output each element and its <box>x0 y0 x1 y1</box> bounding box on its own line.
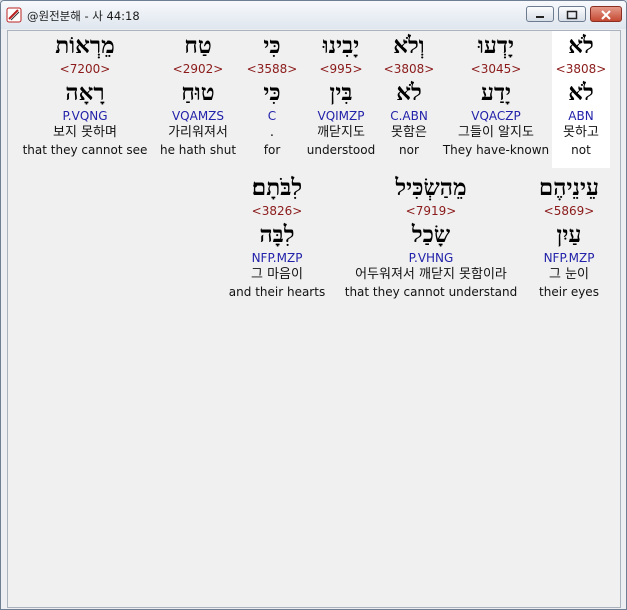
title-bar[interactable]: @원전분해 - 사 44:18 <box>1 1 626 29</box>
word-3[interactable]: וְלֹא <3808> לֹא C.ABN 못함은 nor <box>378 31 440 158</box>
hebrew-lemma: כִּי <box>263 79 281 106</box>
strong-number: <995> <box>319 62 363 76</box>
korean-gloss: 못하고 <box>563 125 599 140</box>
word-8[interactable]: עֵינֵיהֶם <5869> עַיִן NFP.MZP 그 눈이 thei… <box>534 173 604 300</box>
english-gloss: their eyes <box>539 285 599 299</box>
strong-number: <3588> <box>246 62 298 76</box>
close-icon <box>601 10 611 20</box>
strong-number: <3045> <box>470 62 522 76</box>
korean-gloss: 가리워져서 <box>168 125 228 140</box>
hebrew-lemma: רָאָה <box>65 79 105 106</box>
korean-gloss: 깨닫지도 <box>317 125 365 140</box>
morphology-code: NFP.MZP <box>543 251 595 265</box>
korean-gloss: . <box>269 125 275 140</box>
strong-number: <2902> <box>172 62 224 76</box>
word-4[interactable]: יָבִינוּ <995> בִּין VQIMZP 깨닫지도 underst… <box>305 31 377 158</box>
morphology-code: ABN <box>568 109 594 123</box>
morphology-code: VQACZP <box>471 109 521 123</box>
hebrew-word: טַח <box>184 32 212 59</box>
morphology-code: VQIMZP <box>317 109 365 123</box>
english-gloss: nor <box>399 143 419 157</box>
word-7[interactable]: מֵרְאוֹת <7200> רָאָה P.VQNG 보지 못하며 that… <box>18 31 152 158</box>
hebrew-lemma: לִבָּה <box>259 221 295 248</box>
app-logo-icon <box>6 7 22 23</box>
english-gloss: that they cannot understand <box>344 285 518 299</box>
english-gloss: that they cannot see <box>22 143 148 157</box>
hebrew-word: עֵינֵיהֶם <box>538 174 600 201</box>
hebrew-word: מֵהַשְׂכִּיל <box>395 174 467 201</box>
english-gloss: not <box>571 143 591 157</box>
close-button[interactable] <box>590 6 622 22</box>
morphology-code: C.ABN <box>390 109 428 123</box>
minimize-icon <box>536 16 544 18</box>
hebrew-lemma: עַיִן <box>556 221 582 248</box>
korean-gloss: 그 마음이 <box>251 267 303 282</box>
interlinear-panel: לֹא <3808> לֹא ABN 못하고 not יָדְעוּ <3045… <box>7 30 621 608</box>
morphology-code: VQAMZS <box>171 109 225 123</box>
word-1[interactable]: לֹא <3808> לֹא ABN 못하고 not <box>552 31 610 168</box>
korean-gloss: 어두워져서 깨닫지 못함이라 <box>355 267 507 282</box>
hebrew-word: כִּי <box>263 32 281 59</box>
morphology-code: NFP.MZP <box>251 251 303 265</box>
strong-number: <3808> <box>555 62 607 76</box>
word-5[interactable]: כִּי <3588> כִּי C . for <box>246 31 298 158</box>
strong-number: <3808> <box>383 62 435 76</box>
hebrew-word: לִבֹּתָם׃ <box>251 174 303 201</box>
word-10[interactable]: לִבֹּתָם׃ <3826> לִבָּה NFP.MZP 그 마음이 an… <box>228 173 326 300</box>
hebrew-lemma: לֹא <box>396 79 422 106</box>
word-2[interactable]: יָדְעוּ <3045> יָדַע VQACZP 그들이 알지도 They… <box>442 31 550 158</box>
maximize-icon <box>566 10 578 20</box>
hebrew-lemma: יָדַע <box>480 79 512 106</box>
korean-gloss: 못함은 <box>391 125 427 140</box>
morphology-code: P.VHNG <box>408 251 454 265</box>
strong-number: <7200> <box>59 62 111 76</box>
korean-gloss: 그들이 알지도 <box>458 125 534 140</box>
hebrew-lemma: טוּחַ <box>181 79 215 106</box>
english-gloss: understood <box>306 143 376 157</box>
english-gloss: he hath shut <box>159 143 237 157</box>
hebrew-lemma: שָׂכַל <box>411 221 451 248</box>
morphology-code: P.VQNG <box>62 109 108 123</box>
window-title: @원전분해 - 사 44:18 <box>27 9 140 23</box>
strong-number: <7919> <box>405 204 457 218</box>
hebrew-lemma: לֹא <box>568 79 594 106</box>
hebrew-word: יָבִינוּ <box>322 32 360 59</box>
hebrew-word: מֵרְאוֹת <box>55 32 115 59</box>
word-6[interactable]: טַח <2902> טוּחַ VQAMZS 가리워져서 he hath sh… <box>154 31 242 158</box>
english-gloss: for <box>263 143 281 157</box>
maximize-button[interactable] <box>558 6 586 22</box>
korean-gloss: 그 눈이 <box>548 267 589 282</box>
strong-number: <3826> <box>251 204 303 218</box>
strong-number: <5869> <box>543 204 595 218</box>
hebrew-word: לֹא <box>568 32 594 59</box>
english-gloss: and their hearts <box>228 285 326 299</box>
app-window: @원전분해 - 사 44:18 לֹא <3808> לֹא ABN 못하고 n… <box>0 0 627 610</box>
hebrew-word: וְלֹא <box>393 32 425 59</box>
morphology-code: C <box>267 109 277 123</box>
english-gloss: They have-known <box>442 143 550 157</box>
minimize-button[interactable] <box>526 6 554 22</box>
hebrew-word: יָדְעוּ <box>478 32 514 59</box>
word-9[interactable]: מֵהַשְׂכִּיל <7919> שָׂכַל P.VHNG 어두워져서 … <box>336 173 526 300</box>
hebrew-lemma: בִּין <box>329 79 353 106</box>
korean-gloss: 보지 못하며 <box>53 125 117 140</box>
